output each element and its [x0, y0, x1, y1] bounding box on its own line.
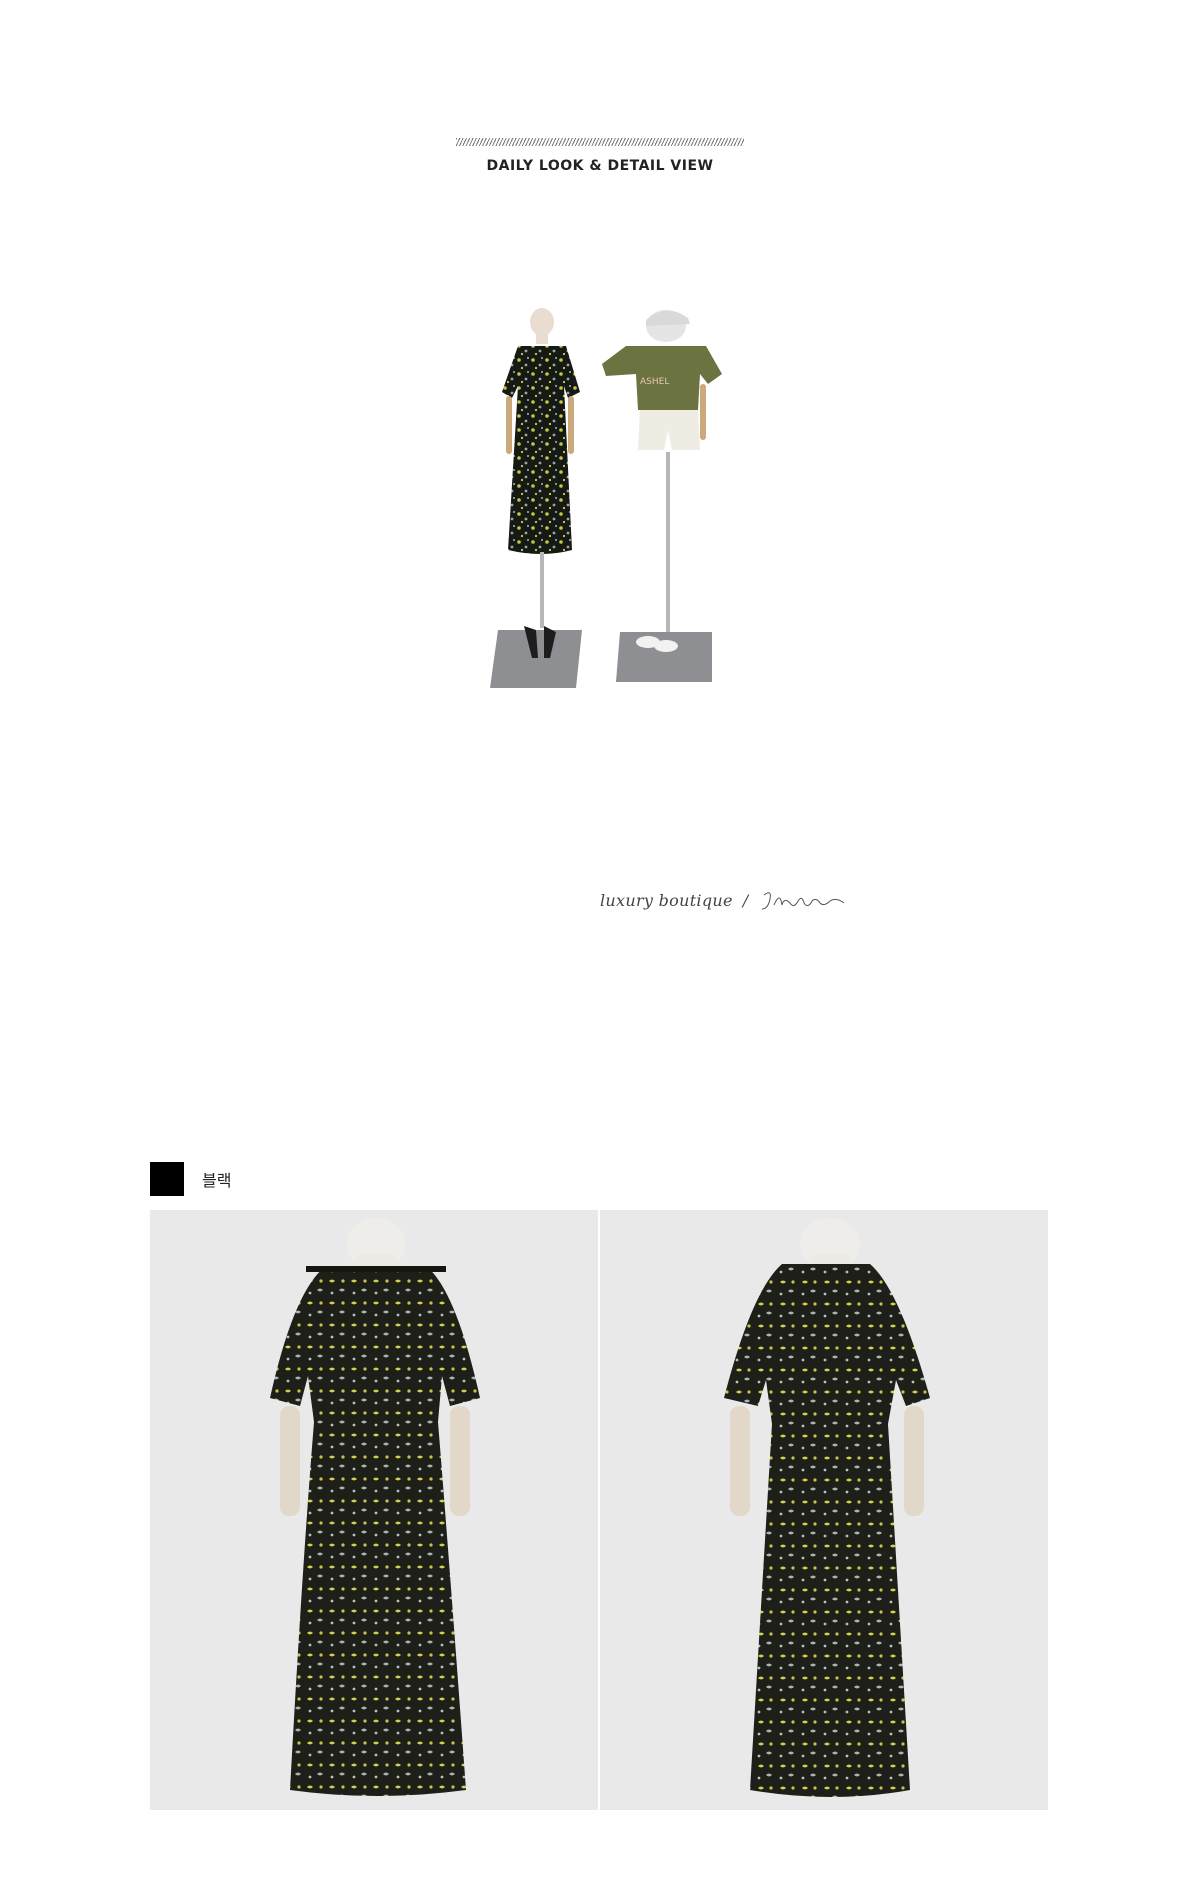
color-option: 블랙 — [150, 1162, 231, 1196]
brand-separator: / — [742, 890, 749, 910]
diagonal-rule-icon — [456, 138, 744, 146]
detail-photo-front — [150, 1210, 598, 1810]
daily-look-image: ASHEL — [490, 308, 722, 688]
section-title: DAILY LOOK & DETAIL VIEW — [486, 158, 714, 174]
svg-text:ASHEL: ASHEL — [640, 377, 669, 387]
color-swatch — [150, 1162, 184, 1196]
color-name: 블랙 — [202, 1171, 232, 1190]
detail-photo-side — [600, 1210, 1048, 1810]
signature-logo — [762, 892, 845, 910]
brand-text: luxury boutique — [600, 890, 733, 910]
brand-line: luxury boutique / — [600, 885, 848, 915]
